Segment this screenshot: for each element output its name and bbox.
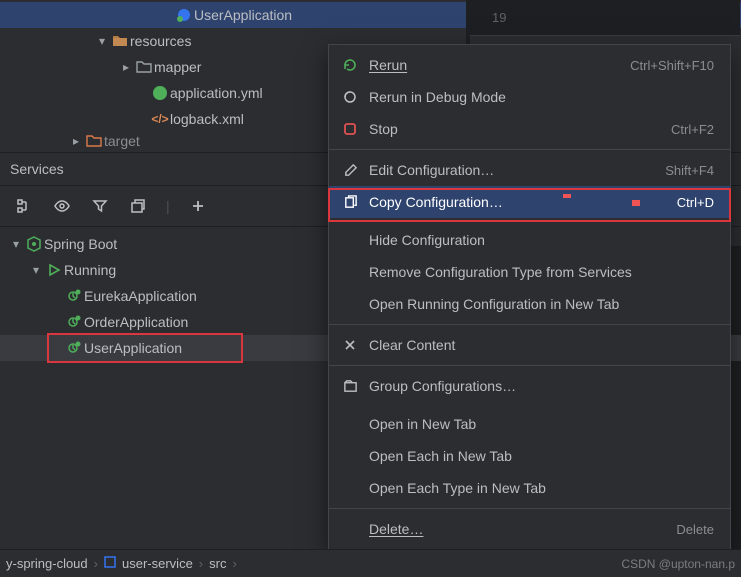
tree-label: Spring Boot — [44, 236, 117, 252]
menu-rerun[interactable]: Rerun Ctrl+Shift+F10 — [329, 49, 730, 81]
tree-label: EurekaApplication — [84, 288, 197, 304]
folder-res-icon — [110, 33, 130, 49]
menu-label: Delete… — [369, 521, 666, 537]
spring-boot-icon — [24, 236, 44, 252]
menu-open-running-tab[interactable]: Open Running Configuration in New Tab — [329, 288, 730, 320]
menu-label: Copy Configuration… — [369, 194, 667, 210]
tree-label: target — [104, 133, 140, 149]
menu-label: Hide Configuration — [369, 232, 714, 248]
tree-label: UserApplication — [194, 7, 292, 23]
copy-icon — [341, 195, 359, 210]
menu-shortcut: Ctrl+Shift+F10 — [630, 58, 714, 73]
menu-label: Open Running Configuration in New Tab — [369, 296, 714, 312]
menu-label: Open Each in New Tab — [369, 448, 714, 464]
tree-toggle-icon[interactable] — [14, 196, 34, 216]
group-icon — [341, 379, 359, 394]
add-icon[interactable] — [188, 196, 208, 216]
stop-icon — [341, 122, 359, 136]
clear-icon — [341, 338, 359, 352]
menu-rerun-debug[interactable]: Rerun in Debug Mode — [329, 81, 730, 113]
menu-hide-config[interactable]: Hide Configuration — [329, 224, 730, 256]
tree-label: OrderApplication — [84, 314, 188, 330]
chevron-right-icon: › — [199, 556, 203, 571]
module-icon — [104, 556, 116, 571]
xml-icon: </> — [150, 112, 170, 126]
crumb-item[interactable]: user-service — [122, 556, 193, 571]
running-app-icon — [64, 314, 84, 330]
menu-remove-type[interactable]: Remove Configuration Type from Services — [329, 256, 730, 288]
menu-label: Rerun — [369, 57, 620, 73]
menu-label: Open Each Type in New Tab — [369, 480, 714, 496]
tree-label: logback.xml — [170, 111, 244, 127]
menu-shortcut: Shift+F4 — [665, 163, 714, 178]
menu-group-config[interactable]: Group Configurations… — [329, 370, 730, 402]
menu-label: Open in New Tab — [369, 416, 714, 432]
menu-open-each-type-tab[interactable]: Open Each Type in New Tab — [329, 472, 730, 504]
menu-label: Clear Content — [369, 337, 714, 353]
show-icon[interactable] — [52, 196, 72, 216]
rerun-icon — [341, 57, 359, 73]
layout-icon[interactable] — [128, 196, 148, 216]
menu-label: Remove Configuration Type from Services — [369, 264, 714, 280]
menu-label: Rerun in Debug Mode — [369, 89, 714, 105]
rerun-debug-icon — [341, 89, 359, 105]
context-menu: Rerun Ctrl+Shift+F10 Rerun in Debug Mode… — [328, 44, 731, 550]
menu-label: Group Configurations… — [369, 378, 714, 394]
folder-icon — [84, 133, 104, 149]
menu-stop[interactable]: Stop Ctrl+F2 — [329, 113, 730, 145]
menu-shortcut: Ctrl+D — [677, 195, 714, 210]
tree-label: resources — [130, 33, 191, 49]
chevron-right-icon: › — [94, 556, 98, 571]
menu-label: Edit Configuration… — [369, 162, 655, 178]
menu-open-new-tab[interactable]: Open in New Tab — [329, 408, 730, 440]
folder-icon — [134, 59, 154, 75]
filter-icon[interactable] — [90, 196, 110, 216]
chevron-right-icon: › — [232, 556, 236, 571]
edit-icon — [341, 163, 359, 178]
tree-label: UserApplication — [84, 340, 182, 356]
menu-copy-config[interactable]: Copy Configuration… Ctrl+D — [329, 186, 730, 218]
menu-delete[interactable]: Delete… Delete — [329, 513, 730, 545]
class-icon — [174, 7, 194, 23]
menu-clear-content[interactable]: Clear Content — [329, 329, 730, 361]
menu-shortcut: Delete — [676, 522, 714, 537]
tree-label: application.yml — [170, 85, 263, 101]
running-app-icon — [64, 340, 84, 356]
tree-label: Running — [64, 262, 116, 278]
crumb-item[interactable]: src — [209, 556, 226, 571]
running-app-icon — [64, 288, 84, 304]
menu-shortcut: Ctrl+F2 — [671, 122, 714, 137]
editor-gutter: 19 — [470, 0, 740, 36]
menu-label: Stop — [369, 121, 661, 137]
menu-edit-config[interactable]: Edit Configuration… Shift+F4 — [329, 154, 730, 186]
crumb-item[interactable]: y-spring-cloud — [6, 556, 88, 571]
gutter-line-number: 19 — [492, 10, 506, 25]
running-icon — [44, 263, 64, 277]
watermark: CSDN @upton-nan.p — [621, 557, 735, 571]
menu-open-each-tab[interactable]: Open Each in New Tab — [329, 440, 730, 472]
spring-file-icon — [150, 85, 170, 101]
tree-label: mapper — [154, 59, 201, 75]
